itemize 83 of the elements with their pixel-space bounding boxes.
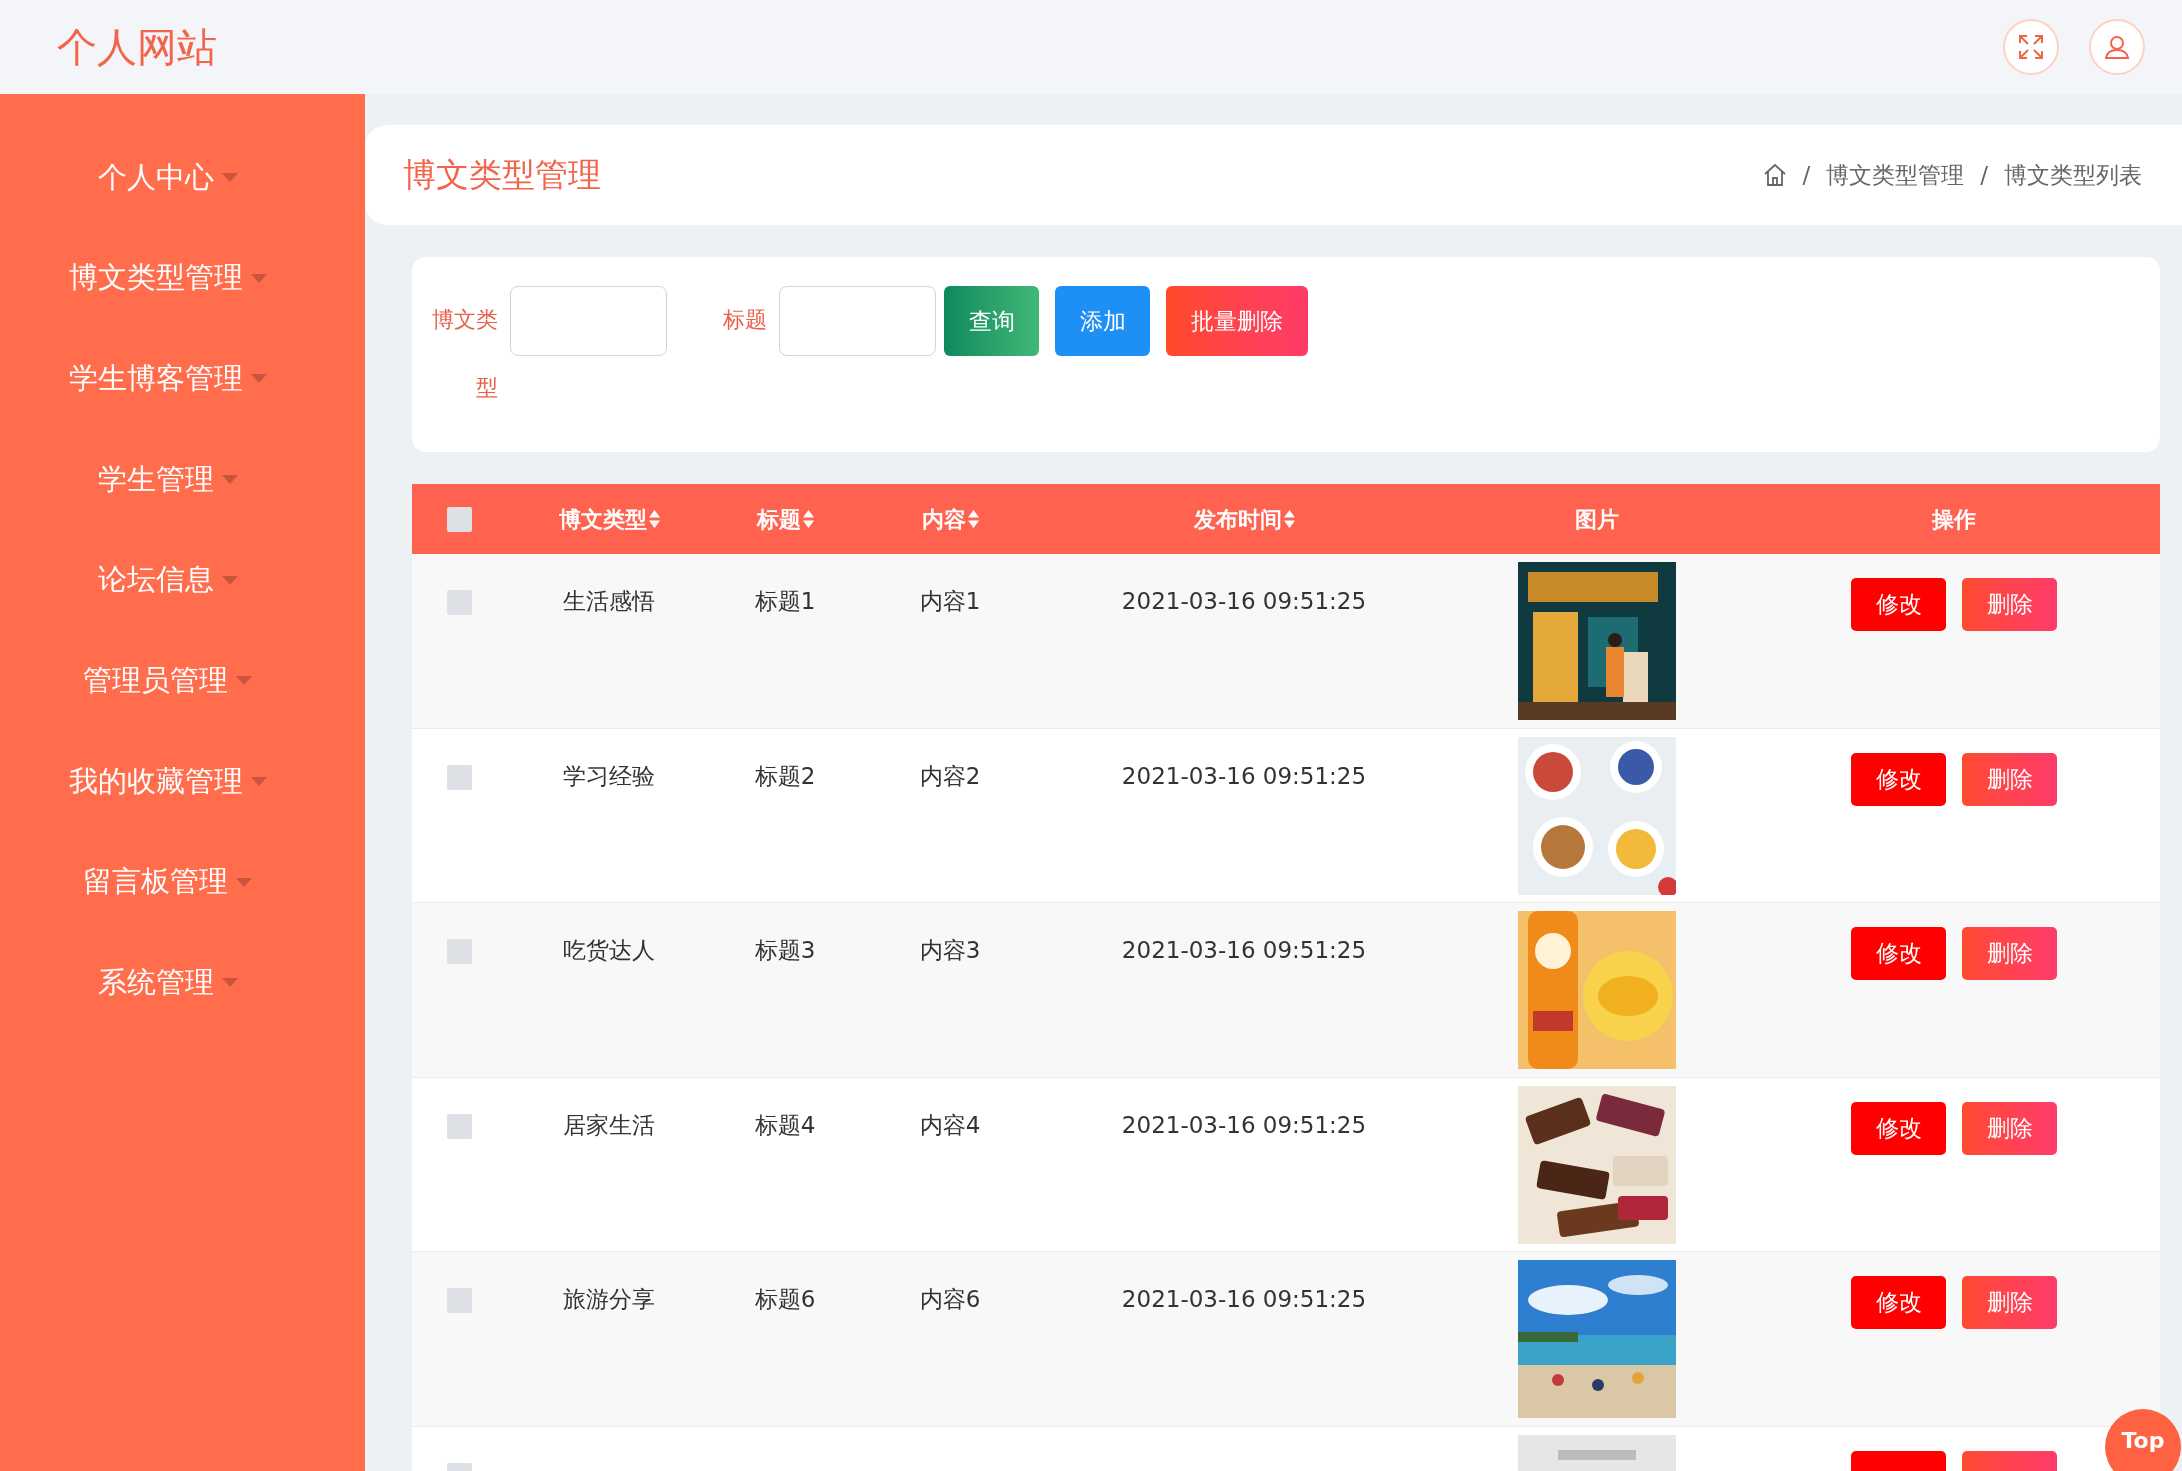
delete-button[interactable]: 删除	[1962, 927, 2057, 980]
caret-down-icon	[250, 776, 267, 786]
breadcrumb-link[interactable]: 博文类型列表	[2004, 157, 2142, 193]
table-cell-text: 吃货达人	[563, 936, 655, 965]
table-cell-text: 2021-03-16 09:51:25	[1121, 587, 1367, 616]
table-cell-text: 标题1	[754, 587, 816, 616]
column-header[interactable]: 内容	[921, 502, 966, 536]
caret-down-icon	[250, 273, 267, 283]
breadcrumb-separator: /	[1980, 160, 1988, 190]
table-cell-text: 内容3	[919, 936, 981, 965]
delete-button[interactable]: 删除	[1962, 1276, 2057, 1329]
caret-down-icon	[250, 374, 267, 384]
table-cell-text: 学习经验	[563, 761, 655, 791]
table-cell-text: 内容4	[919, 1110, 981, 1140]
sidebar-menu-item[interactable]: 论坛信息	[97, 529, 238, 631]
search-input-field[interactable]	[779, 286, 936, 356]
sidebar-menu-item[interactable]: 学生博客管理	[68, 328, 267, 430]
table-cell-text: 标题3	[754, 936, 816, 965]
table-cell-text: 内容6	[919, 1285, 981, 1314]
user-icon	[2104, 34, 2130, 60]
sidebar-menu-item[interactable]: 留言板管理	[83, 831, 252, 933]
user-button[interactable]	[2089, 19, 2145, 75]
delete-button[interactable]: 删除	[1962, 752, 2057, 806]
table-cell-text: 内容2	[919, 761, 981, 791]
table-cell-text: 居家生活	[563, 1110, 655, 1140]
search-bar-button[interactable]: 添加	[1055, 286, 1150, 356]
page-title: 博文类型管理	[403, 154, 601, 197]
expand-icon	[2018, 34, 2044, 60]
column-header[interactable]: 标题	[756, 502, 801, 536]
column-header[interactable]: 操作	[1932, 502, 1976, 536]
checkbox[interactable]	[446, 939, 472, 964]
sort-icon[interactable]	[648, 510, 660, 528]
table-cell-text: 标题4	[754, 1110, 816, 1140]
search-field-label: 标题	[722, 306, 767, 334]
checkbox[interactable]	[446, 1113, 472, 1139]
checkbox[interactable]	[446, 764, 472, 790]
breadcrumb-link[interactable]: 博文类型管理	[1826, 157, 1965, 193]
caret-down-icon	[236, 877, 252, 887]
edit-button[interactable]: 修改	[1851, 752, 1946, 806]
edit-button[interactable]: 修改	[1851, 1276, 1946, 1329]
caret-down-icon	[221, 172, 238, 182]
caret-down-icon	[221, 575, 238, 585]
column-header[interactable]: 发布时间	[1193, 502, 1282, 536]
back-to-top-button[interactable]: Top	[2105, 1409, 2181, 1471]
checkbox[interactable]	[446, 590, 472, 615]
table-cell-text: 标题2	[754, 761, 816, 791]
search-input-field[interactable]	[510, 286, 667, 356]
checkbox[interactable]	[446, 1288, 472, 1313]
column-header[interactable]: 图片	[1575, 502, 1619, 536]
breadcrumb-separator: /	[1802, 160, 1811, 190]
sort-icon[interactable]	[1283, 510, 1295, 528]
sidebar-menu-item[interactable]: 学生管理	[97, 429, 238, 530]
site-title: 个人网站	[57, 23, 217, 72]
checkbox[interactable]	[446, 506, 472, 532]
sidebar-menu-item[interactable]: 系统管理	[97, 932, 238, 1034]
delete-button[interactable]: 删除	[1962, 578, 2057, 631]
search-bar-button[interactable]: 批量删除	[1166, 286, 1308, 356]
table-cell-text: 标题6	[754, 1285, 816, 1314]
table-cell-text: 2021-03-16 09:51:25	[1121, 1110, 1367, 1140]
sort-icon[interactable]	[967, 510, 979, 528]
sort-icon[interactable]	[802, 510, 814, 528]
edit-button[interactable]: 修改	[1851, 1101, 1946, 1155]
table-cell-text: 旅游分享	[563, 1285, 655, 1314]
table-cell-text: 2021-03-16 09:51:25	[1121, 761, 1367, 791]
caret-down-icon	[221, 978, 238, 988]
caret-down-icon	[221, 474, 238, 484]
column-header[interactable]: 博文类型	[558, 502, 647, 536]
delete-button[interactable]: 删除	[1962, 1101, 2057, 1155]
search-bar-button[interactable]: 查询	[944, 286, 1039, 356]
edit-button[interactable]: 修改	[1851, 927, 1946, 980]
search-field-label: 博文类型	[431, 306, 498, 402]
table-cell-text: 生活感悟	[563, 587, 655, 616]
caret-down-icon	[236, 676, 252, 686]
sidebar-menu-item[interactable]: 我的收藏管理	[68, 731, 267, 832]
table-cell-text: 内容1	[919, 587, 981, 616]
fullscreen-button[interactable]	[2003, 19, 2059, 75]
sidebar-menu-item[interactable]: 个人中心	[97, 127, 238, 228]
table-cell-text: 2021-03-16 09:51:25	[1121, 1285, 1367, 1314]
sidebar-menu-item[interactable]: 博文类型管理	[68, 227, 267, 329]
edit-button[interactable]: 修改	[1851, 578, 1946, 631]
table-cell-text: 2021-03-16 09:51:25	[1121, 936, 1367, 965]
home-icon[interactable]	[1762, 163, 1787, 187]
sidebar-menu-item[interactable]: 管理员管理	[83, 630, 252, 732]
